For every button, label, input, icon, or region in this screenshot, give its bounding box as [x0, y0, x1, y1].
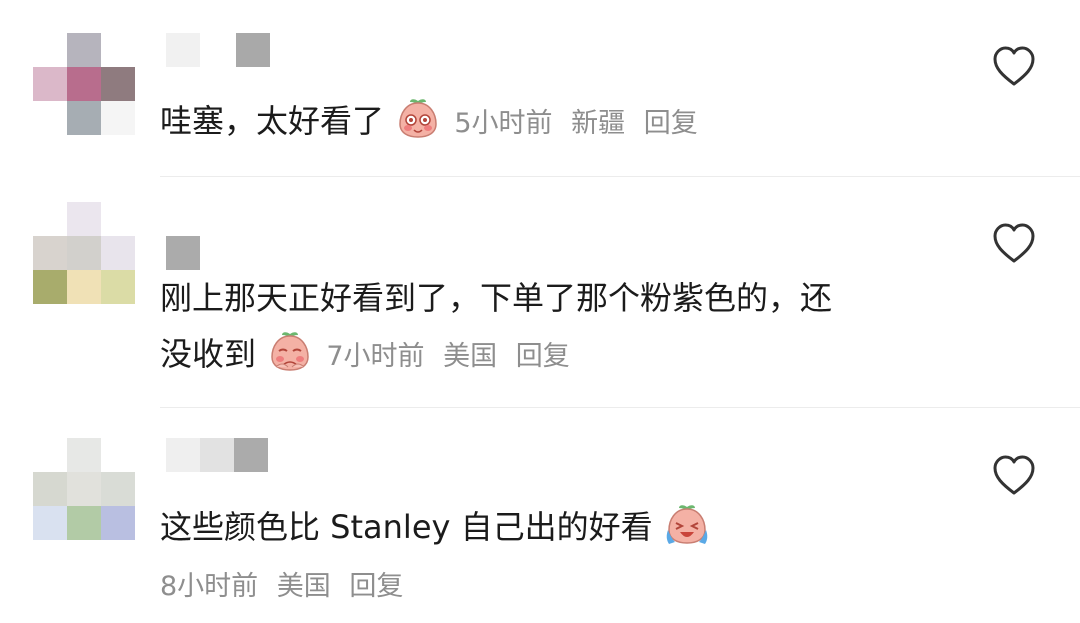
- comment-time: 5小时前: [454, 108, 553, 139]
- comment-item: 哇塞，太好看了 5小时前 新疆 回复: [0, 0, 1080, 176]
- laughing-tears-bun-emoji: [666, 505, 708, 544]
- comment-body-line2: 没收到: [160, 335, 257, 373]
- comment-text: 刚上那天正好看到了，下单了那个粉紫色的，还: [160, 270, 832, 326]
- comment-location: 美国: [276, 571, 331, 602]
- comment-location: 美国: [443, 341, 498, 372]
- comment-location: 新疆: [571, 108, 626, 139]
- reply-button[interactable]: 回复: [516, 341, 570, 372]
- like-heart-icon[interactable]: [992, 45, 1036, 87]
- comment-text: 这些颜色比 Stanley 自己出的好看: [160, 499, 713, 555]
- comment-meta: 7小时前 美国 回复: [326, 341, 579, 372]
- like-heart-icon[interactable]: [992, 222, 1036, 264]
- comment-time: 7小时前: [326, 341, 425, 372]
- avatar[interactable]: [33, 33, 135, 135]
- reply-button[interactable]: 回复: [349, 571, 403, 602]
- comment-text-line2: 没收到 7小时前 美国 回复: [160, 326, 580, 385]
- comment-text: 哇塞，太好看了 5小时前 新疆 回复: [160, 93, 708, 152]
- blushing-bun-emoji: [399, 99, 437, 138]
- comment-time: 8小时前: [160, 571, 259, 602]
- like-heart-icon[interactable]: [992, 454, 1036, 496]
- reply-button[interactable]: 回复: [644, 108, 698, 139]
- comment-meta: 5小时前 新疆 回复: [454, 108, 707, 139]
- comment-item: 刚上那天正好看到了，下单了那个粉紫色的，还 没收到 7小时前 美国 回复: [0, 177, 1080, 407]
- comment-body-line1: 刚上那天正好看到了，下单了那个粉紫色的，还: [160, 279, 833, 317]
- pleading-bun-emoji: [271, 332, 309, 371]
- comment-body: 哇塞，太好看了: [160, 102, 385, 140]
- comment-body: 这些颜色比 Stanley 自己出的好看: [160, 508, 653, 546]
- avatar[interactable]: [33, 438, 135, 540]
- comment-meta: 8小时前 美国 回复: [160, 571, 413, 602]
- comment-item: 这些颜色比 Stanley 自己出的好看 8小时前 美国 回复: [0, 408, 1080, 623]
- comment-meta-line: 8小时前 美国 回复: [160, 556, 413, 615]
- avatar[interactable]: [33, 202, 135, 304]
